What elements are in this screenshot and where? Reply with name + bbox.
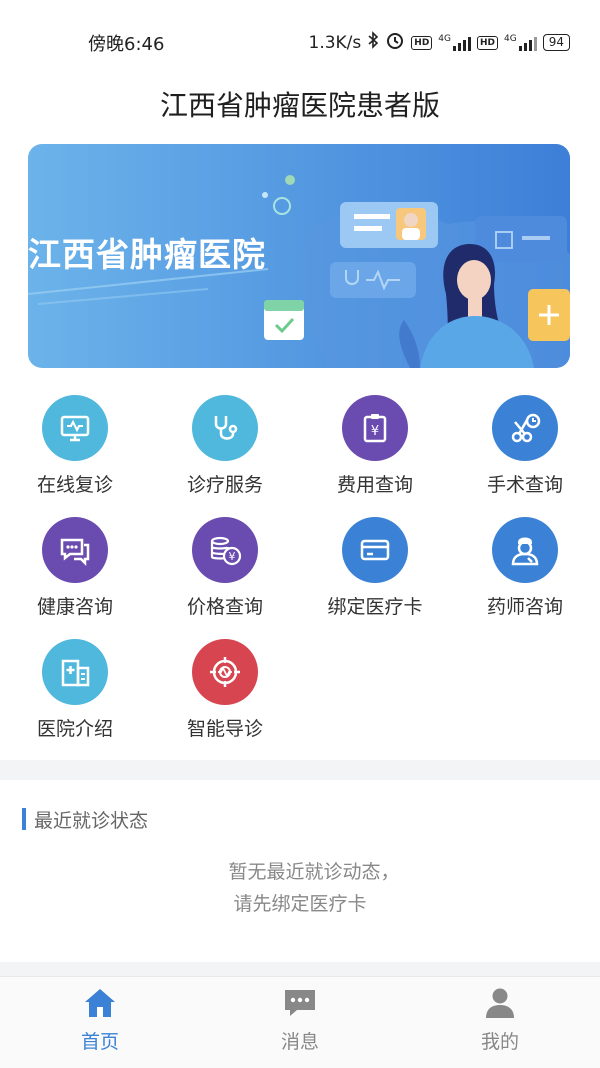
network-speed: 1.3K/s	[308, 32, 362, 53]
tab-label-messages: 消息	[280, 1031, 319, 1053]
menu-item-online-revisit[interactable]: 在线复诊	[0, 395, 150, 505]
menu-label: 健康咨询	[36, 596, 113, 618]
tab-home[interactable]: 首页	[40, 987, 160, 1054]
tab-label-mine: 我的	[480, 1031, 519, 1053]
bluetooth-icon	[367, 31, 379, 54]
menu-label: 智能导诊	[186, 718, 263, 740]
receipt-icon: ¥	[342, 395, 408, 461]
menu-label: 医院介绍	[36, 718, 113, 740]
banner-title: 江西省肿瘤医院	[28, 235, 266, 274]
monitor-icon	[42, 395, 108, 461]
stethoscope-icon	[192, 395, 258, 461]
menu-item-pharmacist-consult[interactable]: 药师咨询	[450, 517, 600, 627]
coins-icon: ¥	[192, 517, 258, 583]
hd-badge-2: HD	[477, 35, 499, 50]
menu-item-fee-query[interactable]: ¥ 费用查询	[300, 395, 450, 505]
chat-icon	[42, 517, 108, 583]
scissors-clock-icon	[492, 395, 558, 461]
message-icon	[285, 990, 315, 1016]
alarm-icon	[385, 30, 405, 55]
recent-visit-title: 最近就诊状态	[34, 810, 149, 832]
svg-text:¥: ¥	[371, 424, 379, 439]
target-icon	[192, 639, 258, 705]
empty-state: 暂无最近就诊动态， 请先绑定医疗卡	[0, 856, 600, 920]
menu-item-hospital-intro[interactable]: 医院介绍	[0, 639, 150, 749]
tab-mine[interactable]: 我的	[440, 987, 560, 1054]
status-time: 傍晚6:46	[88, 34, 165, 55]
signal-icon-2: 4G	[504, 34, 537, 51]
battery-icon: 94	[542, 34, 570, 51]
menu-label: 绑定医疗卡	[327, 596, 423, 618]
pharmacist-icon	[492, 517, 558, 583]
menu-item-smart-guide[interactable]: 智能导诊	[150, 639, 300, 749]
section-divider	[0, 760, 600, 780]
bottom-tab-bar: 首页 消息 我的	[0, 976, 600, 1068]
menu-label: 在线复诊	[36, 474, 113, 496]
section-accent-bar	[22, 808, 26, 830]
building-icon	[42, 639, 108, 705]
empty-state-line-2: 请先绑定医疗卡	[233, 893, 367, 915]
menu-label: 诊疗服务	[186, 474, 263, 496]
menu-label: 药师咨询	[486, 596, 563, 618]
card-icon	[342, 517, 408, 583]
user-icon	[486, 988, 514, 1018]
menu-item-diagnosis-service[interactable]: 诊疗服务	[150, 395, 300, 505]
status-indicators: 1.3K/s HD 4G HD 4G 94	[308, 30, 570, 55]
menu-item-bind-card[interactable]: 绑定医疗卡	[300, 517, 450, 627]
menu-item-surgery-query[interactable]: 手术查询	[450, 395, 600, 505]
menu-item-price-query[interactable]: ¥ 价格查询	[150, 517, 300, 627]
menu-label: 费用查询	[336, 474, 413, 496]
signal-icon-1: 4G	[438, 34, 471, 51]
status-bar: 傍晚6:46 1.3K/s HD 4G HD 4G 94	[0, 0, 600, 80]
hero-banner[interactable]: 江西省肿瘤医院	[28, 144, 570, 368]
hd-badge-1: HD	[411, 35, 433, 50]
menu-item-health-consult[interactable]: 健康咨询	[0, 517, 150, 627]
tab-messages[interactable]: 消息	[240, 987, 360, 1054]
svg-text:¥: ¥	[229, 550, 236, 563]
page-title: 江西省肿瘤医院患者版	[159, 89, 440, 122]
menu-label: 手术查询	[486, 474, 563, 496]
tab-label-home: 首页	[80, 1031, 119, 1053]
menu-label: 价格查询	[186, 596, 263, 618]
empty-state-line-1: 暂无最近就诊动态，	[228, 861, 400, 883]
home-icon	[85, 989, 115, 1017]
section-divider-bottom	[0, 962, 600, 976]
